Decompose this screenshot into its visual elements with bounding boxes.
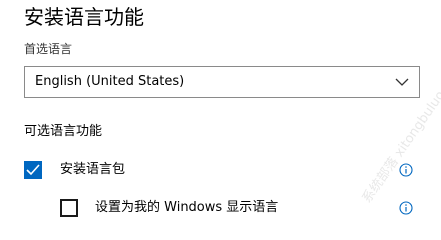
language-dropdown-value: English (United States) [35,74,185,89]
set-display-language-checkbox[interactable] [60,199,78,217]
option-row-set-display-language: 设置为我的 Windows 显示语言 [0,196,441,220]
language-dropdown[interactable]: English (United States) [24,66,420,98]
option-row-install-language-pack: 安装语言包 [0,158,441,182]
info-icon[interactable] [399,163,413,177]
checkmark-icon [26,164,40,176]
page-title: 安装语言功能 [24,5,144,29]
install-language-pack-label: 安装语言包 [60,162,126,177]
chevron-down-icon [395,78,409,86]
info-icon[interactable] [399,201,413,215]
set-display-language-label: 设置为我的 Windows 显示语言 [95,200,279,215]
preferred-language-label: 首选语言 [24,42,73,56]
install-language-pack-checkbox[interactable] [24,161,42,179]
optional-features-title: 可选语言功能 [24,124,103,139]
